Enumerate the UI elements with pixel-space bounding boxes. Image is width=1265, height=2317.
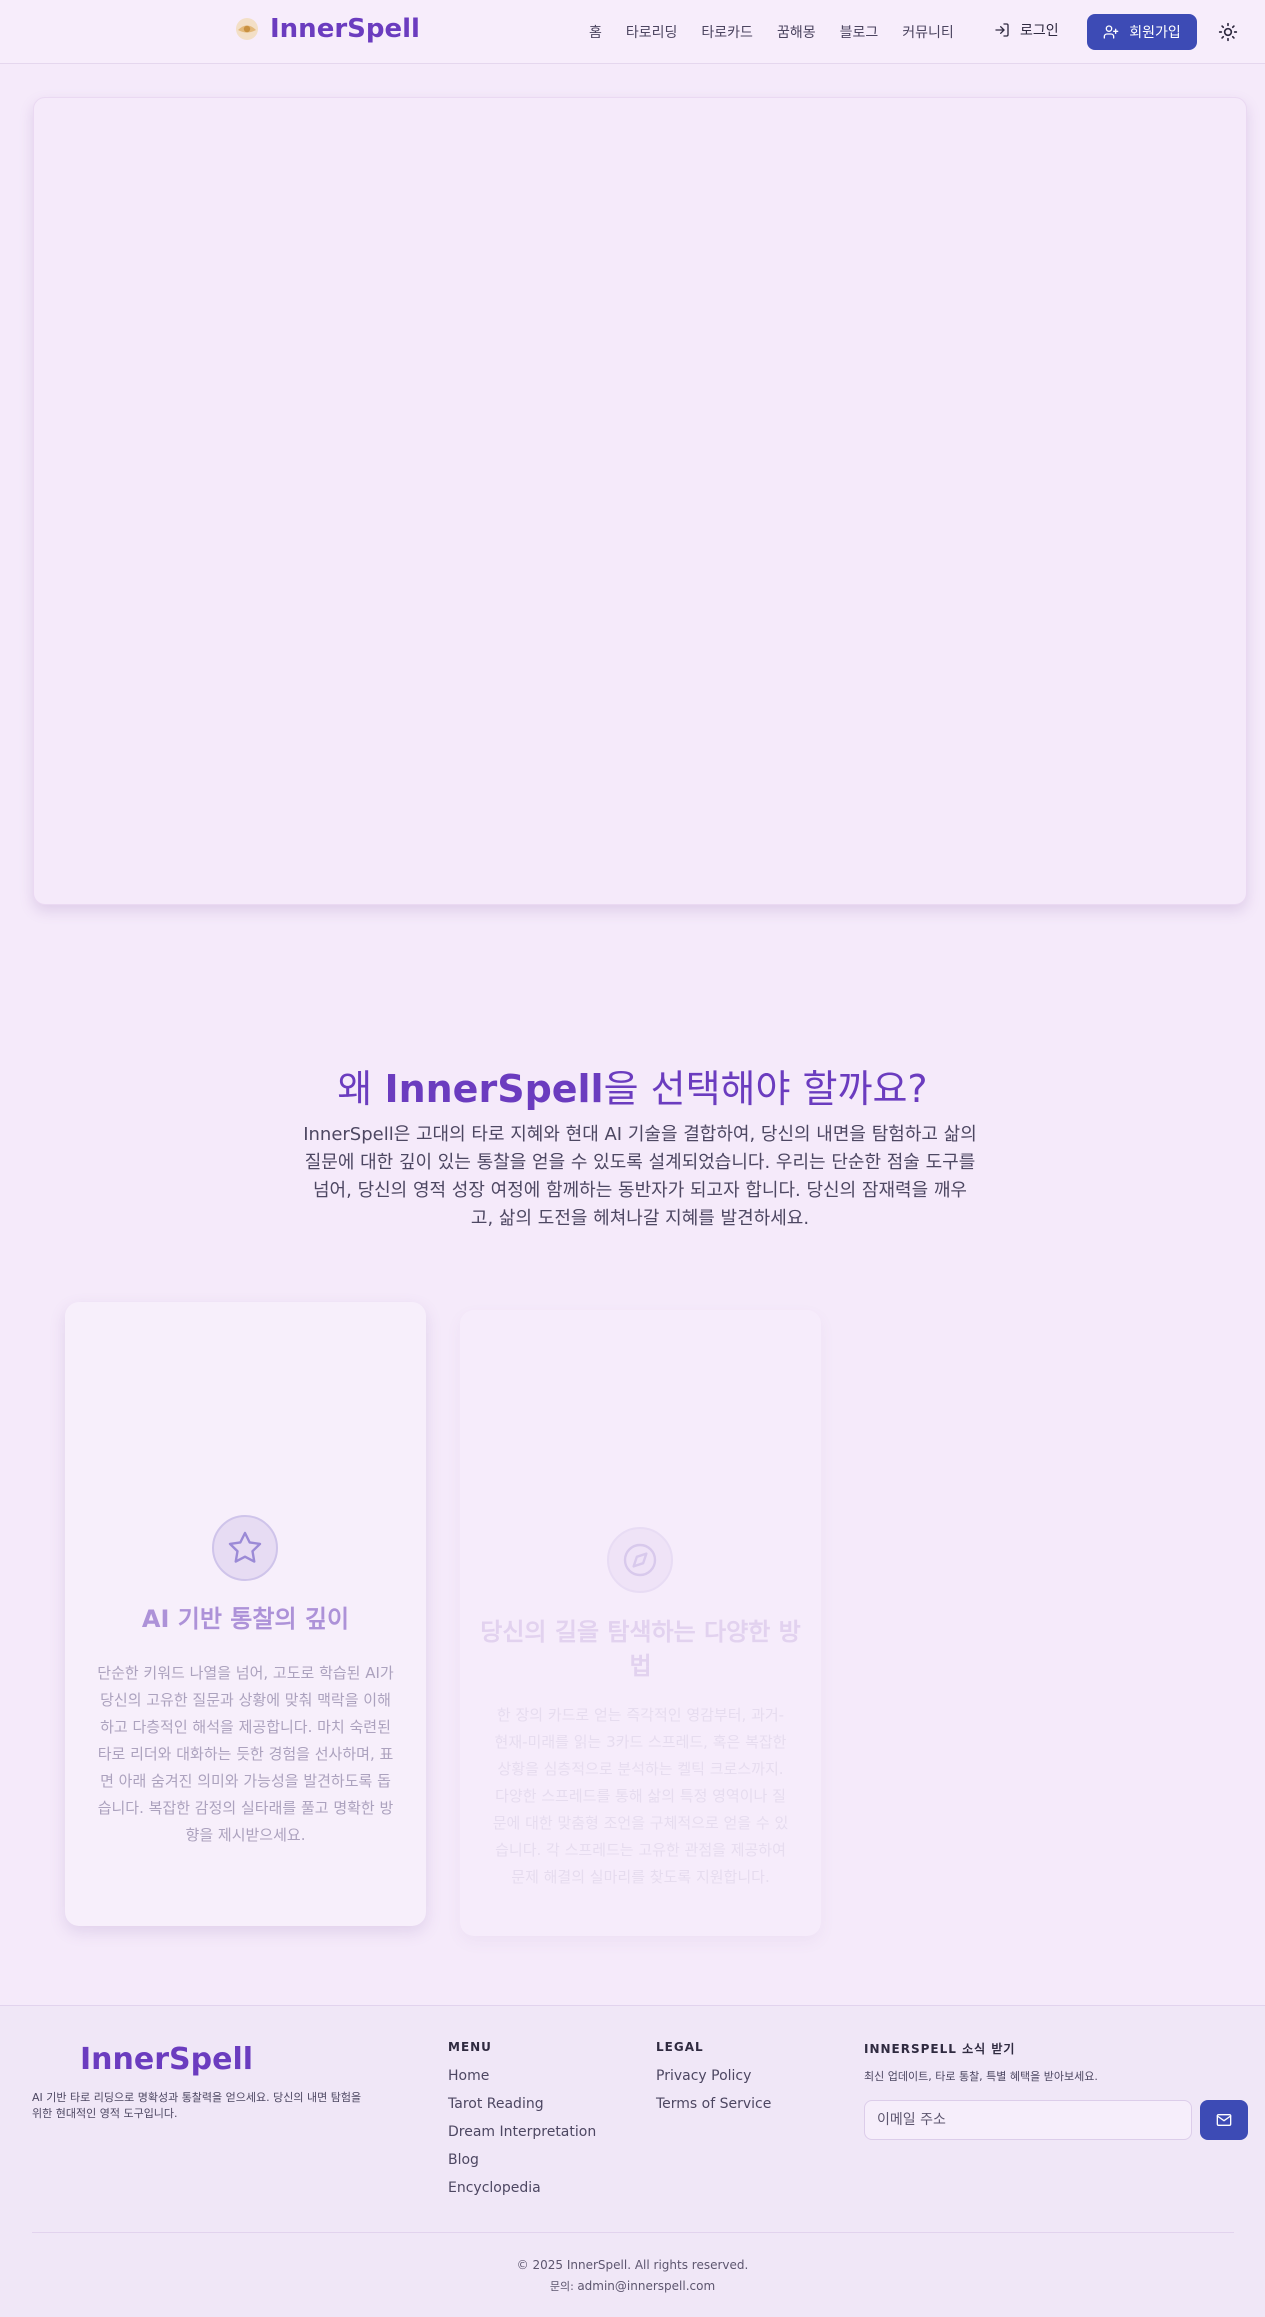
login-icon bbox=[995, 23, 1009, 37]
user-plus-icon bbox=[1103, 25, 1119, 39]
footer-legal-title: LEGAL bbox=[656, 2040, 704, 2054]
footer-tagline: AI 기반 타로 리딩으로 명확성과 통찰력을 얻으세요. 당신의 내면 탐험을… bbox=[32, 2091, 362, 2120]
signup-button[interactable]: 회원가입 bbox=[1087, 14, 1197, 50]
feature-text: 한 장의 카드로 얻는 즉각적인 영감부터, 과거-현재-미래를 읽는 3카드 … bbox=[492, 1706, 789, 1886]
feature-icon-wrap bbox=[607, 1527, 673, 1593]
nav-tarot-reading[interactable]: 타로리딩 bbox=[626, 22, 678, 42]
contact-label: 문의: bbox=[549, 2280, 578, 2293]
footer-copyright: © 2025 InnerSpell. All rights reserved. bbox=[516, 2258, 749, 2272]
newsletter-submit-button[interactable] bbox=[1200, 2100, 1248, 2140]
site-footer: InnerSpell AI 기반 타로 리딩으로 명확성과 통찰력을 얻으세요.… bbox=[0, 2005, 1265, 2317]
contact-email-link[interactable]: admin@innerspell.com bbox=[577, 2279, 715, 2293]
site-header: InnerSpell 홈 타로리딩 타로카드 꿈해몽 블로그 커뮤니티 로그인 … bbox=[0, 0, 1265, 64]
footer-divider bbox=[32, 2232, 1234, 2233]
footer-link-home[interactable]: Home bbox=[448, 2068, 489, 2084]
nav-blog[interactable]: 블로그 bbox=[840, 22, 879, 42]
nav-tarot-cards[interactable]: 타로카드 bbox=[701, 22, 753, 42]
sun-icon[interactable] bbox=[1218, 22, 1238, 42]
title-suffix: 을 선택해야 할까요? bbox=[603, 1067, 928, 1111]
feature-icon-wrap bbox=[212, 1515, 278, 1581]
brand-logo-link[interactable]: InnerSpell bbox=[234, 14, 420, 44]
footer-contact: 문의: admin@innerspell.com bbox=[0, 2278, 1265, 2294]
footer-link-encyclopedia[interactable]: Encyclopedia bbox=[448, 2180, 541, 2196]
footer-link-privacy[interactable]: Privacy Policy bbox=[656, 2068, 751, 2084]
compass-icon bbox=[623, 1543, 657, 1577]
why-section-description: InnerSpell은 고대의 타로 지혜와 현대 AI 기술을 결합하여, 당… bbox=[303, 1124, 977, 1229]
why-section-title: 왜 InnerSpell을 선택해야 할까요? bbox=[0, 1058, 1265, 1113]
main-nav: 홈 타로리딩 타로카드 꿈해몽 블로그 커뮤니티 bbox=[589, 22, 978, 42]
mail-icon bbox=[1216, 2114, 1232, 2126]
footer-link-dream[interactable]: Dream Interpretation bbox=[448, 2124, 596, 2140]
feature-title: AI 기반 통찰의 깊이 bbox=[141, 1605, 350, 1633]
eye-logo-icon bbox=[236, 18, 258, 40]
feature-text: 단순한 키워드 나열을 넘어, 고도로 학습된 AI가 당신의 고유한 질문과 … bbox=[97, 1664, 394, 1844]
star-icon bbox=[228, 1531, 262, 1563]
nav-home[interactable]: 홈 bbox=[589, 22, 602, 42]
brand-name: InnerSpell bbox=[270, 14, 420, 44]
signup-label: 회원가입 bbox=[1129, 25, 1181, 41]
footer-link-blog[interactable]: Blog bbox=[448, 2152, 479, 2168]
login-button[interactable]: 로그인 bbox=[994, 20, 1059, 40]
newsletter-email-input[interactable] bbox=[864, 2100, 1192, 2140]
title-brand: InnerSpell bbox=[384, 1067, 604, 1111]
feature-card-ai-insight: AI 기반 통찰의 깊이 단순한 키워드 나열을 넘어, 고도로 학습된 AI가… bbox=[65, 1302, 426, 1926]
footer-brand[interactable]: InnerSpell bbox=[80, 2042, 253, 2077]
footer-link-terms[interactable]: Terms of Service bbox=[656, 2096, 771, 2112]
feature-card-spreads: 당신의 길을 탐색하는 다양한 방법 한 장의 카드로 얻는 즉각적인 영감부터… bbox=[460, 1310, 821, 1936]
footer-link-tarot-reading[interactable]: Tarot Reading bbox=[448, 2096, 544, 2112]
feature-title: 당신의 길을 탐색하는 다양한 방법 bbox=[480, 1618, 801, 1680]
footer-newsletter-title: INNERSPELL 소식 받기 bbox=[864, 2042, 1016, 2056]
title-prefix: 왜 bbox=[337, 1067, 385, 1111]
nav-dream[interactable]: 꿈해몽 bbox=[777, 22, 816, 42]
footer-menu-title: MENU bbox=[448, 2040, 492, 2054]
nav-community[interactable]: 커뮤니티 bbox=[902, 22, 954, 42]
hero-card bbox=[33, 97, 1247, 905]
footer-newsletter-description: 최신 업데이트, 타로 통찰, 특별 혜택을 받아보세요. bbox=[864, 2070, 1098, 2083]
login-label: 로그인 bbox=[1020, 23, 1059, 39]
